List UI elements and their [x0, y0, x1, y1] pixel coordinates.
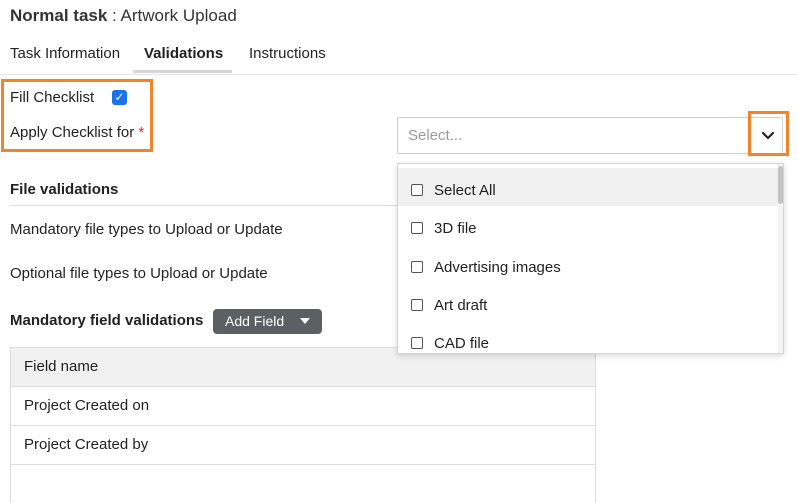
checklist-highlight-box — [1, 79, 153, 152]
add-field-label: Add Field — [225, 313, 285, 329]
dropdown-option-3d-file[interactable]: 3D file — [398, 206, 782, 244]
checklist-dropdown-menu: Select All 3D file Advertising images Ar… — [397, 163, 784, 354]
scrollbar-thumb[interactable] — [778, 166, 783, 204]
option-label: 3D file — [434, 220, 477, 237]
chevron-highlight-box — [748, 111, 789, 156]
dropdown-scrollbar[interactable] — [778, 164, 783, 353]
option-checkbox[interactable] — [411, 261, 423, 273]
option-label: Select All — [434, 182, 496, 199]
optional-file-types-label: Optional file types to Upload or Update — [10, 265, 268, 282]
tabs-divider — [0, 74, 798, 75]
field-table: Field name Project Created on Project Cr… — [10, 347, 596, 503]
table-row[interactable] — [11, 464, 595, 503]
mandatory-file-types-label: Mandatory file types to Upload or Update — [10, 221, 283, 238]
dropdown-option-cad-file[interactable]: CAD file — [398, 321, 782, 353]
task-name-label: : Artwork Upload — [107, 6, 237, 25]
file-validations-title: File validations — [10, 181, 119, 198]
tab-task-information[interactable]: Task Information — [10, 45, 120, 62]
select-placeholder: Select... — [408, 127, 463, 144]
dropdown-option-select-all[interactable]: Select All — [398, 168, 782, 206]
table-row[interactable]: Project Created on — [11, 386, 595, 425]
mandatory-field-validations-title: Mandatory field validations — [10, 312, 204, 329]
tab-validations[interactable]: Validations — [144, 45, 223, 62]
page-title: Normal task : Artwork Upload — [10, 6, 237, 26]
active-tab-indicator — [133, 70, 232, 73]
option-label: Art draft — [434, 297, 488, 314]
dropdown-option-advertising-images[interactable]: Advertising images — [398, 245, 782, 283]
option-checkbox[interactable] — [411, 299, 423, 311]
option-checkbox[interactable] — [411, 337, 423, 349]
dropdown-option-art-draft[interactable]: Art draft — [398, 283, 782, 321]
option-checkbox[interactable] — [411, 222, 423, 234]
option-checkbox[interactable] — [411, 184, 423, 196]
option-label: CAD file — [434, 335, 490, 352]
apply-checklist-select[interactable]: Select... — [397, 117, 783, 154]
option-label: Advertising images — [434, 259, 561, 276]
tab-instructions[interactable]: Instructions — [249, 45, 326, 62]
add-field-button[interactable]: Add Field — [213, 309, 322, 334]
section-divider — [10, 205, 398, 206]
table-row[interactable]: Project Created by — [11, 425, 595, 464]
caret-down-icon — [300, 318, 310, 324]
task-type-label: Normal task — [10, 6, 108, 25]
